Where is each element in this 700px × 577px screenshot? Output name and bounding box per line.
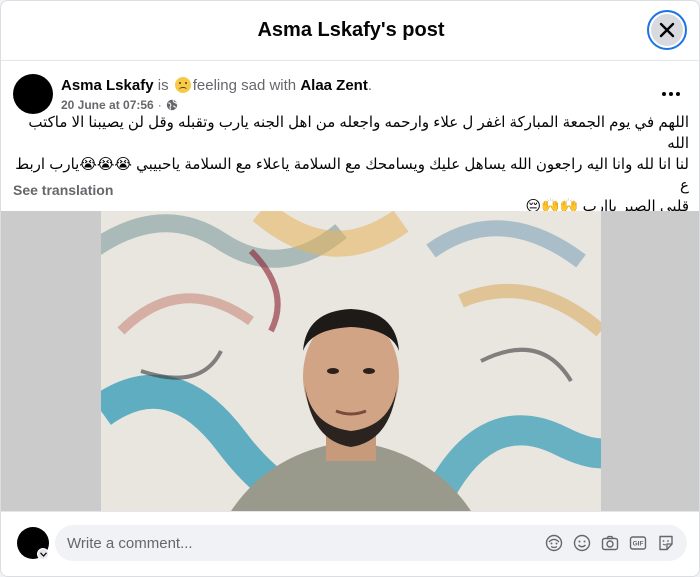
feeling-text: feeling sad with bbox=[192, 77, 297, 94]
avatar-sticker-button[interactable] bbox=[545, 534, 563, 552]
globe-icon bbox=[166, 99, 177, 111]
avatar-dropdown-icon[interactable] bbox=[37, 548, 49, 560]
comment-tools: GIF bbox=[545, 534, 675, 552]
emoji-icon bbox=[573, 534, 591, 552]
chevron-down-icon bbox=[39, 551, 47, 557]
tagged-friend[interactable]: Alaa Zent bbox=[300, 77, 368, 94]
avatar-sticker-icon bbox=[545, 534, 563, 552]
post-timestamp[interactable]: 20 June at 07:56 bbox=[61, 98, 154, 112]
svg-text:GIF: GIF bbox=[633, 541, 644, 548]
more-options-button[interactable] bbox=[659, 82, 683, 106]
author-name[interactable]: Asma Lskafy bbox=[61, 77, 154, 94]
post-meta: Asma Lskafy is feeling sad with Alaa Zen… bbox=[61, 76, 372, 112]
comment-input[interactable]: Write a comment... GIF bbox=[55, 525, 687, 561]
see-translation-link[interactable]: See translation bbox=[13, 182, 113, 198]
post-content[interactable]: Asma Lskafy is feeling sad with Alaa Zen… bbox=[1, 62, 699, 511]
more-options-icon bbox=[662, 92, 666, 96]
is-text: is bbox=[157, 77, 169, 94]
camera-icon bbox=[601, 535, 619, 551]
sad-emoji-icon bbox=[174, 77, 191, 93]
post-text-line: لنا انا لله وانا اليه راجعون الله يساهل … bbox=[15, 156, 689, 194]
gif-button[interactable]: GIF bbox=[629, 534, 647, 552]
dialog-header: Asma Lskafy's post bbox=[1, 1, 699, 61]
comment-placeholder: Write a comment... bbox=[67, 534, 193, 552]
period-text: . bbox=[367, 77, 373, 94]
camera-button[interactable] bbox=[601, 534, 619, 552]
time-line: 20 June at 07:56 · bbox=[61, 98, 372, 112]
post-text-line: اللهم في يوم الجمعة المباركة اغفر ل علاء… bbox=[28, 114, 689, 152]
sticker-button[interactable] bbox=[657, 534, 675, 552]
author-avatar[interactable] bbox=[13, 74, 53, 114]
sticker-icon bbox=[659, 535, 673, 551]
comment-bar: Write a comment... GIF bbox=[1, 511, 699, 576]
more-dot bbox=[669, 92, 673, 96]
post-text: اللهم في يوم الجمعة المباركة اغفر ل علاء… bbox=[13, 112, 689, 217]
more-dot bbox=[676, 92, 680, 96]
post-dialog: Asma Lskafy's post Asma Lskafy is feelin… bbox=[0, 0, 700, 577]
post-photo[interactable] bbox=[101, 211, 601, 511]
photo-container[interactable] bbox=[1, 211, 699, 511]
emoji-button[interactable] bbox=[573, 534, 591, 552]
close-button[interactable] bbox=[647, 10, 687, 50]
gif-icon: GIF bbox=[629, 536, 647, 550]
dialog-title: Asma Lskafy's post bbox=[257, 19, 445, 41]
post-header: Asma Lskafy is feeling sad with Alaa Zen… bbox=[13, 74, 372, 114]
author-line: Asma Lskafy is feeling sad with Alaa Zen… bbox=[61, 76, 372, 95]
close-icon bbox=[659, 22, 675, 38]
separator-dot: · bbox=[157, 98, 162, 112]
